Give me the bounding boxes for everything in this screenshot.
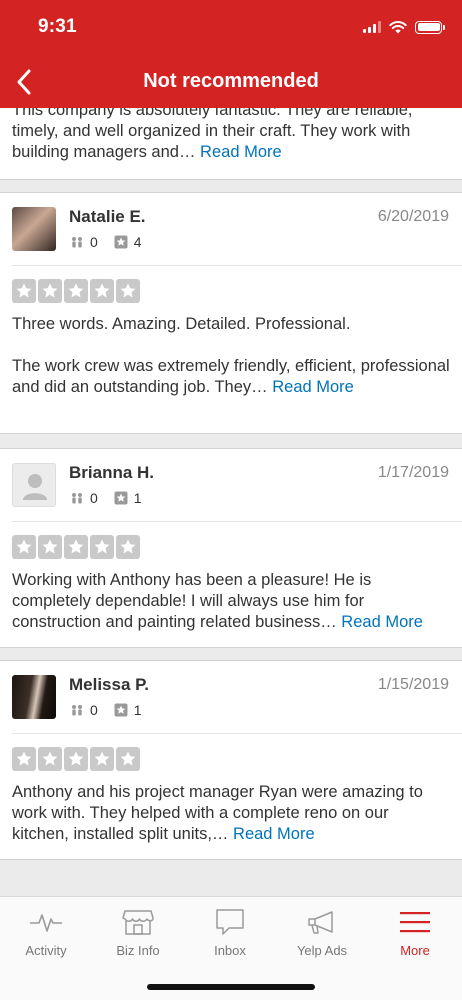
tab-biz-info[interactable]: Biz Info [92,907,184,958]
reviewer-stats: 0 1 [70,490,142,506]
friends-count: 0 [90,234,98,250]
chat-bubble-icon [216,909,244,935]
star-icon [12,747,36,771]
review-text: Anthony and his project manager Ryan wer… [12,783,423,843]
tab-label: Inbox [214,943,246,958]
review-date: 1/17/2019 [377,464,449,481]
reviews-count: 1 [133,702,142,718]
reviewer-stats: 0 4 [70,234,142,250]
review-card: Natalie E. 6/20/2019 0 4 Three words. Am… [0,192,462,434]
star-rating [12,747,462,771]
star-icon [64,747,88,771]
reviewer-name[interactable]: Brianna H. [69,463,154,483]
review-date: 6/20/2019 [377,208,449,225]
review-text: Three words. Amazing. Detailed. Professi… [12,314,450,398]
read-more-link[interactable]: Read More [341,613,423,631]
reviewer-stats: 0 1 [70,702,142,718]
tab-label: Activity [25,943,67,958]
star-icon [38,279,62,303]
battery-icon [415,20,445,34]
reviewer-name[interactable]: Melissa P. [69,675,149,695]
star-box-icon [114,491,128,505]
home-indicator [147,984,315,990]
friends-icon [70,236,84,248]
reviews-list[interactable]: This company is absolutely fantastic. Th… [0,108,462,896]
review-text: This company is absolutely fantastic. Th… [12,108,413,161]
read-more-link[interactable]: Read More [200,143,282,161]
wifi-icon [389,21,407,34]
storefront-icon [122,910,154,935]
reviewer-name[interactable]: Natalie E. [69,207,146,227]
star-icon [90,747,114,771]
avatar-placeholder[interactable] [12,463,56,507]
star-icon [90,535,114,559]
avatar[interactable] [12,207,56,251]
tab-label: Biz Info [116,943,160,958]
status-icons [363,20,445,34]
star-icon [38,535,62,559]
star-icon [90,279,114,303]
reviews-count: 1 [133,490,142,506]
activity-icon [30,914,62,932]
page-title: Not recommended [143,70,319,92]
star-rating [12,535,462,559]
status-time: 9:31 [38,16,77,37]
star-icon [38,747,62,771]
read-more-link[interactable]: Read More [272,378,354,396]
star-box-icon [114,703,128,717]
star-icon [116,279,140,303]
app-header: 9:31 Not recommended [0,0,462,108]
hamburger-menu-icon [400,912,430,933]
tab-activity[interactable]: Activity [0,907,92,958]
friends-icon [70,492,84,504]
avatar[interactable] [12,675,56,719]
tab-more[interactable]: More [369,907,461,958]
tab-yelp-ads[interactable]: Yelp Ads [276,907,368,958]
review-card: Melissa P. 1/15/2019 0 1 Anthony and his… [0,660,462,860]
star-icon [64,535,88,559]
cellular-signal-icon [363,21,381,33]
star-icon [64,279,88,303]
review-text-line: Three words. Amazing. Detailed. Professi… [12,315,351,333]
friends-icon [70,704,84,716]
tab-label: More [400,943,430,958]
star-icon [12,535,36,559]
star-icon [116,747,140,771]
reviews-count: 4 [133,234,142,250]
tab-label: Yelp Ads [296,943,348,958]
tab-inbox[interactable]: Inbox [184,907,276,958]
megaphone-icon [308,911,333,934]
review-date: 1/15/2019 [377,676,449,693]
star-icon [116,535,140,559]
user-silhouette-icon [23,474,47,500]
friends-count: 0 [90,702,98,718]
review-card-partial: This company is absolutely fantastic. Th… [0,108,462,180]
review-text-line: The work crew was extremely friendly, ef… [12,357,450,396]
review-card: Brianna H. 1/17/2019 0 1 Working with An… [0,448,462,648]
review-text: Working with Anthony has been a pleasure… [12,571,423,631]
star-box-icon [114,235,128,249]
star-icon [12,279,36,303]
star-rating [12,279,462,303]
friends-count: 0 [90,490,98,506]
read-more-link[interactable]: Read More [233,825,315,843]
